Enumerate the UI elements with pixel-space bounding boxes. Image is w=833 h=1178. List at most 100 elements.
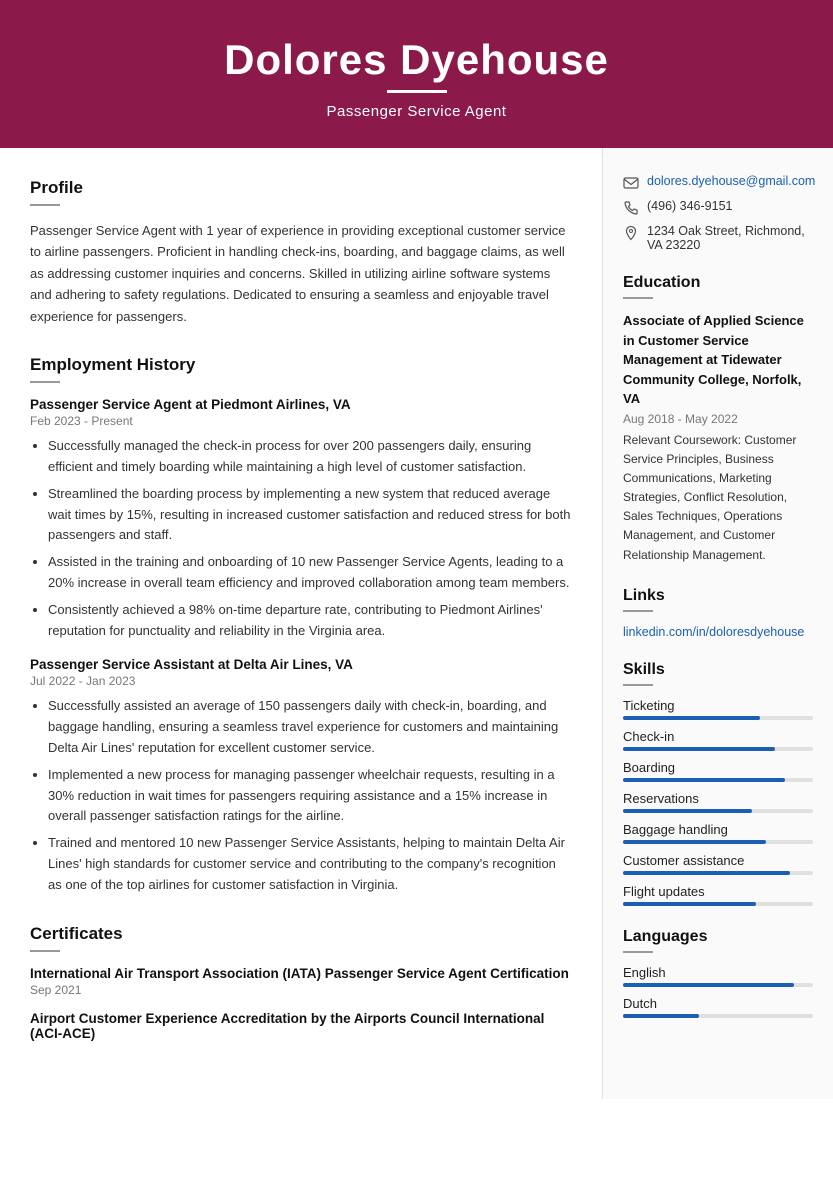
contact-email: dolores.dyehouse@gmail.com [623, 174, 813, 191]
employment-title: Employment History [30, 355, 572, 375]
education-section: Education Associate of Applied Science i… [623, 274, 813, 565]
skill-bar-bg [623, 871, 813, 875]
skill-bar-fill [623, 716, 760, 720]
job-entry-1: Passenger Service Agent at Piedmont Airl… [30, 397, 572, 641]
profile-divider [30, 204, 60, 206]
skill-bar-fill [623, 747, 775, 751]
email-icon [623, 175, 639, 191]
skill-item: Customer assistance [623, 853, 813, 875]
language-item: Dutch [623, 996, 813, 1018]
skill-bar-bg [623, 840, 813, 844]
language-item: English [623, 965, 813, 987]
skill-bar-fill [623, 840, 766, 844]
job-dates-1: Feb 2023 - Present [30, 414, 572, 428]
language-bar-bg [623, 1014, 813, 1018]
skill-bar-bg [623, 809, 813, 813]
skill-bar-bg [623, 902, 813, 906]
skill-label: Ticketing [623, 698, 813, 713]
skill-item: Flight updates [623, 884, 813, 906]
skill-label: Customer assistance [623, 853, 813, 868]
phone-icon [623, 200, 639, 216]
location-icon [623, 225, 639, 241]
skills-list: Ticketing Check-in Boarding Reservations… [623, 698, 813, 906]
certificates-section: Certificates International Air Transport… [30, 924, 572, 1041]
skill-bar-bg [623, 747, 813, 751]
skill-label: Reservations [623, 791, 813, 806]
job-bullet-2-1: Successfully assisted an average of 150 … [48, 696, 572, 758]
skill-label: Boarding [623, 760, 813, 775]
language-bar-fill [623, 983, 794, 987]
skill-label: Check-in [623, 729, 813, 744]
contact-address: 1234 Oak Street, Richmond, VA 23220 [623, 224, 813, 252]
cert-title-2: Airport Customer Experience Accreditatio… [30, 1011, 572, 1041]
employment-section: Employment History Passenger Service Age… [30, 355, 572, 895]
job-title-2: Passenger Service Assistant at Delta Air… [30, 657, 572, 672]
language-bar-fill [623, 1014, 699, 1018]
cert-title-1: International Air Transport Association … [30, 966, 572, 981]
links-section: Links linkedin.com/in/doloresdyehouse [623, 587, 813, 639]
job-entry-2: Passenger Service Assistant at Delta Air… [30, 657, 572, 895]
skills-title: Skills [623, 661, 813, 679]
email-link[interactable]: dolores.dyehouse@gmail.com [647, 174, 815, 188]
language-label: Dutch [623, 996, 813, 1011]
phone-text: (496) 346-9151 [647, 199, 732, 213]
skill-item: Reservations [623, 791, 813, 813]
education-title: Education [623, 274, 813, 292]
links-divider [623, 610, 653, 612]
contact-phone: (496) 346-9151 [623, 199, 813, 216]
edu-degree: Associate of Applied Science in Customer… [623, 311, 813, 409]
job-title-header: Passenger Service Agent [20, 103, 813, 120]
languages-title: Languages [623, 928, 813, 946]
skills-divider [623, 684, 653, 686]
job-dates-2: Jul 2022 - Jan 2023 [30, 674, 572, 688]
languages-divider [623, 951, 653, 953]
job-title-1: Passenger Service Agent at Piedmont Airl… [30, 397, 572, 412]
linkedin-link[interactable]: linkedin.com/in/doloresdyehouse [623, 625, 804, 639]
skill-label: Flight updates [623, 884, 813, 899]
skill-bar-fill [623, 871, 790, 875]
resume-wrapper: Dolores Dyehouse Passenger Service Agent… [0, 0, 833, 1178]
contact-section: dolores.dyehouse@gmail.com (496) 346-915… [623, 174, 813, 252]
right-column: dolores.dyehouse@gmail.com (496) 346-915… [603, 148, 833, 1099]
languages-list: English Dutch [623, 965, 813, 1018]
candidate-name: Dolores Dyehouse [20, 36, 813, 84]
profile-section: Profile Passenger Service Agent with 1 y… [30, 178, 572, 327]
skill-bar-fill [623, 778, 785, 782]
job-bullet-1-2: Streamlined the boarding process by impl… [48, 484, 572, 546]
job-bullet-1-3: Assisted in the training and onboarding … [48, 552, 572, 594]
address-text: 1234 Oak Street, Richmond, VA 23220 [647, 224, 813, 252]
education-divider [623, 297, 653, 299]
skill-item: Check-in [623, 729, 813, 751]
body-container: Profile Passenger Service Agent with 1 y… [0, 148, 833, 1099]
skill-bar-fill [623, 902, 756, 906]
job-bullet-1-4: Consistently achieved a 98% on-time depa… [48, 600, 572, 642]
edu-courses: Relevant Coursework: Customer Service Pr… [623, 431, 813, 565]
job-bullet-1-1: Successfully managed the check-in proces… [48, 436, 572, 478]
skill-bar-bg [623, 778, 813, 782]
skill-item: Ticketing [623, 698, 813, 720]
job-bullet-2-3: Trained and mentored 10 new Passenger Se… [48, 833, 572, 895]
cert-date-1: Sep 2021 [30, 983, 572, 997]
skills-section: Skills Ticketing Check-in Boarding Reser… [623, 661, 813, 906]
language-bar-bg [623, 983, 813, 987]
languages-section: Languages English Dutch [623, 928, 813, 1018]
linkedin-link-item: linkedin.com/in/doloresdyehouse [623, 624, 813, 639]
skill-bar-bg [623, 716, 813, 720]
header-underline [387, 90, 447, 93]
edu-dates: Aug 2018 - May 2022 [623, 412, 813, 426]
certificates-title: Certificates [30, 924, 572, 944]
job-bullet-2-2: Implemented a new process for managing p… [48, 765, 572, 827]
skill-bar-fill [623, 809, 752, 813]
employment-divider [30, 381, 60, 383]
left-column: Profile Passenger Service Agent with 1 y… [0, 148, 603, 1099]
certificates-divider [30, 950, 60, 952]
skill-item: Boarding [623, 760, 813, 782]
profile-title: Profile [30, 178, 572, 198]
links-title: Links [623, 587, 813, 605]
job-bullets-2: Successfully assisted an average of 150 … [30, 696, 572, 895]
skill-item: Baggage handling [623, 822, 813, 844]
profile-text: Passenger Service Agent with 1 year of e… [30, 220, 572, 327]
skill-label: Baggage handling [623, 822, 813, 837]
job-bullets-1: Successfully managed the check-in proces… [30, 436, 572, 641]
language-label: English [623, 965, 813, 980]
